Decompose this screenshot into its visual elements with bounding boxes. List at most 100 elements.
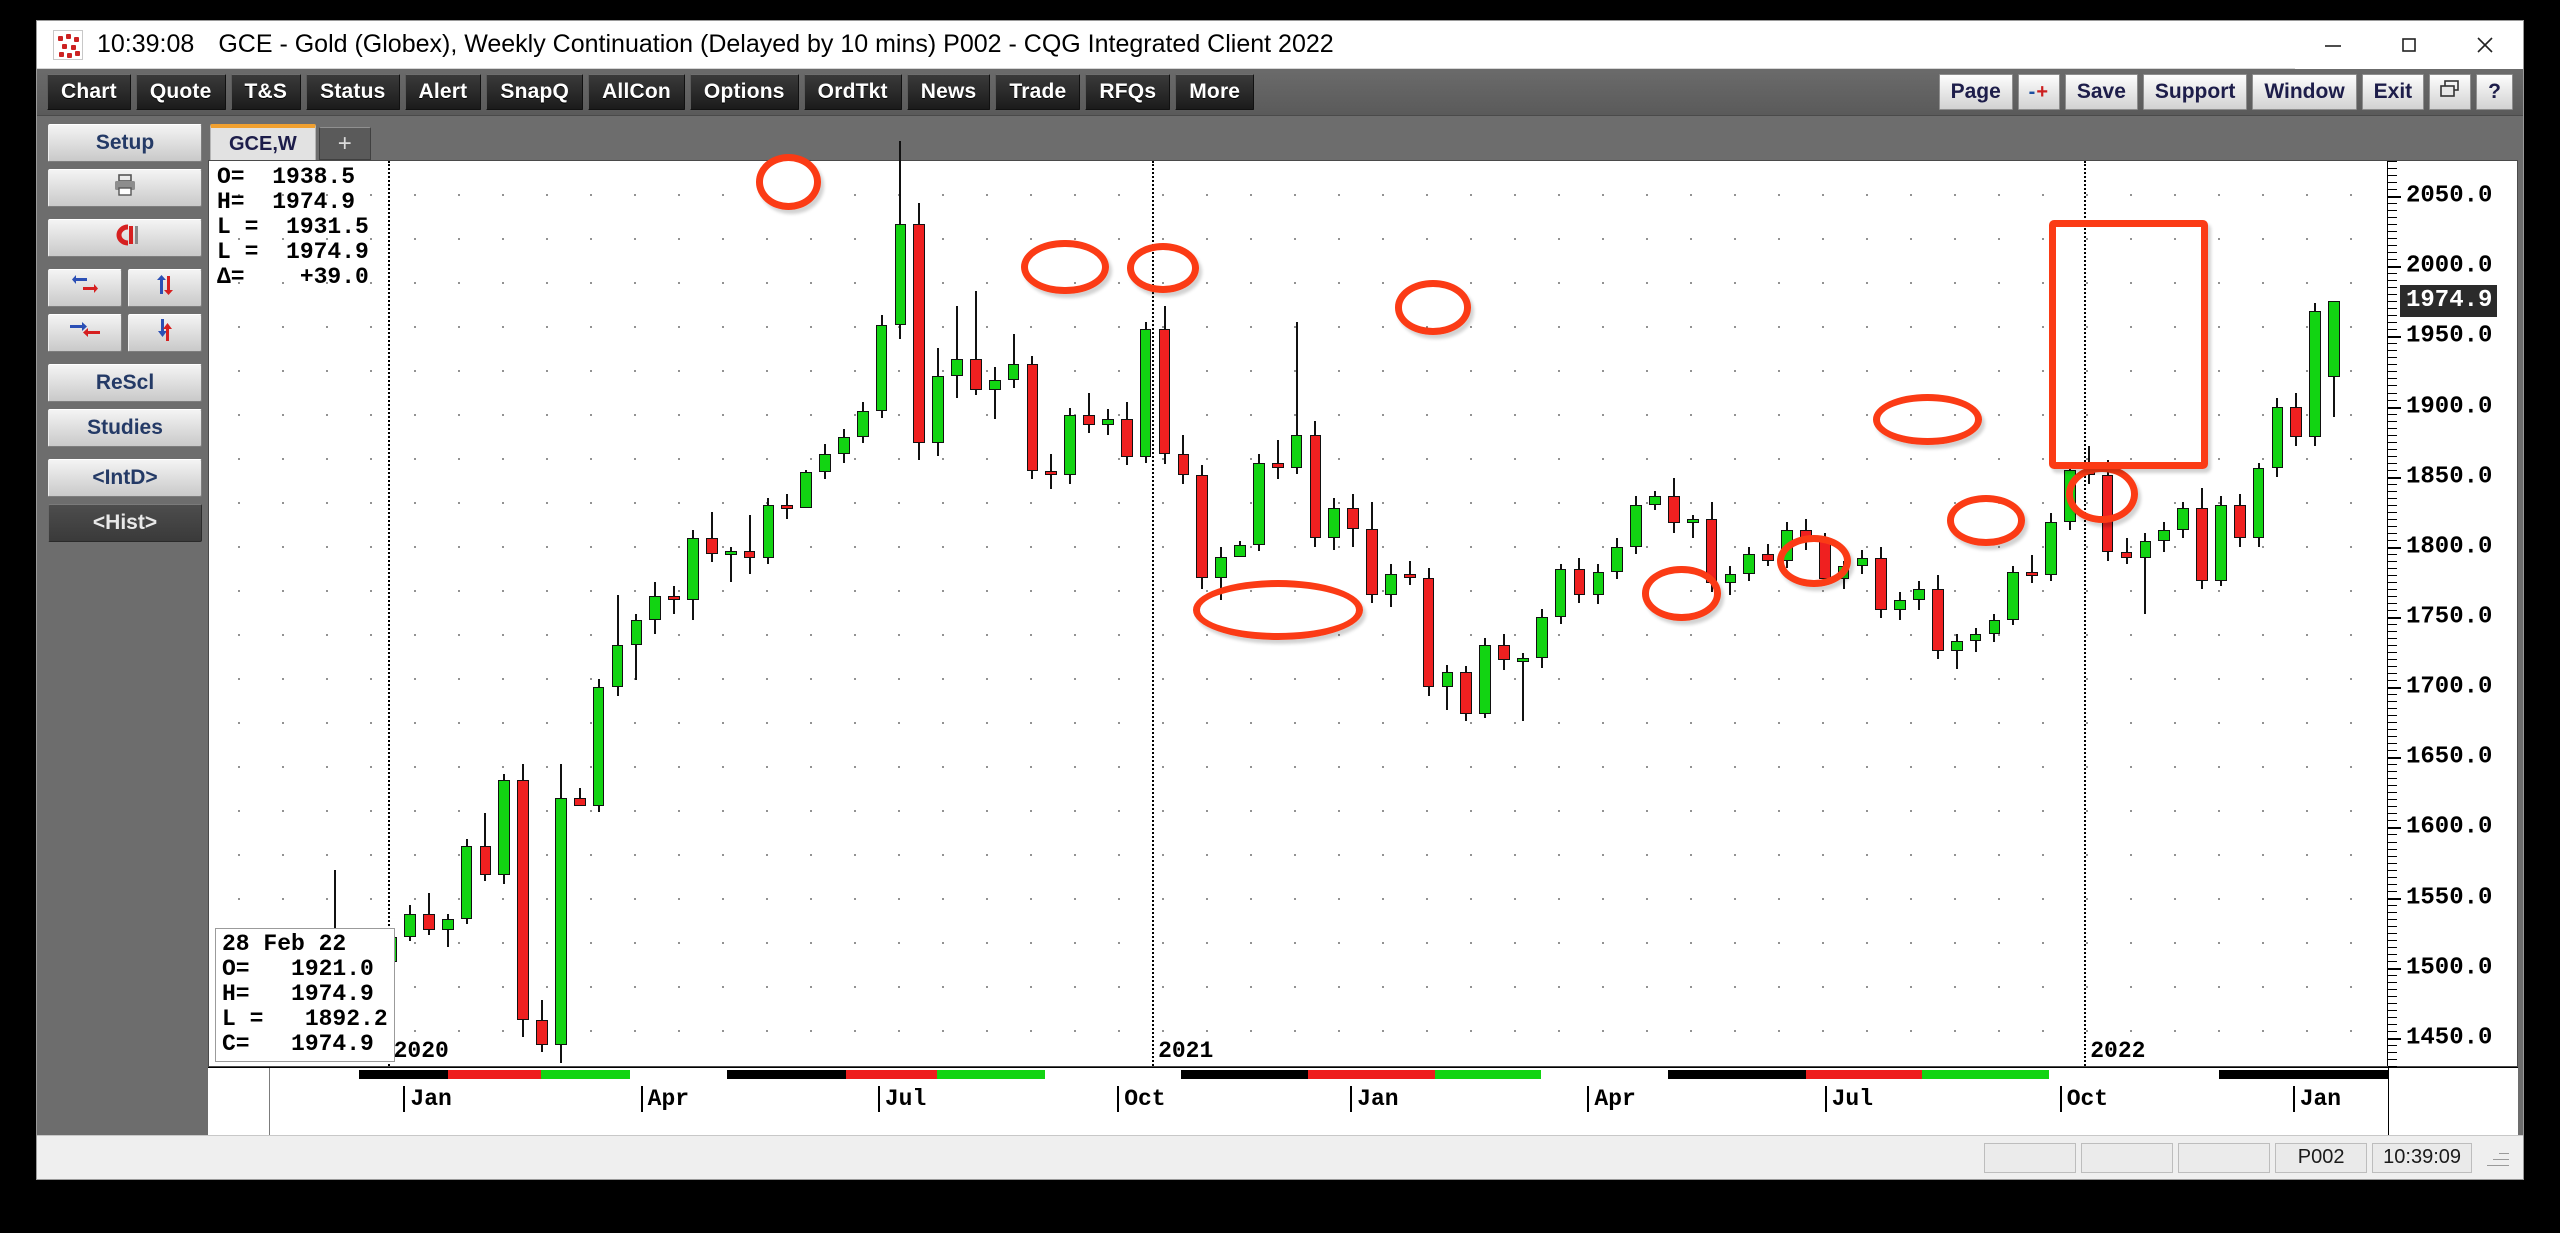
price-axis-tick xyxy=(2388,932,2397,934)
sidebar-item-studies[interactable]: Studies xyxy=(48,409,202,447)
candle xyxy=(2309,161,2321,1066)
annotation-swing-high-2021-jun[interactable] xyxy=(1394,280,1472,335)
toolbar-button-restore[interactable] xyxy=(2429,74,2472,110)
candle xyxy=(1724,161,1737,1066)
sidebar-item-compress-horizontal[interactable] xyxy=(48,314,122,352)
price-axis-tick xyxy=(2388,532,2397,534)
sidebar-item-scroll-vertical[interactable] xyxy=(128,269,202,307)
candle xyxy=(536,161,548,1066)
close-button[interactable] xyxy=(2447,20,2523,69)
candle xyxy=(951,161,963,1066)
price-axis-tick xyxy=(2388,1002,2397,1004)
chart-plot-area[interactable]: O= 1938.5 H= 1974.9 L = 1931.5 L = 1974.… xyxy=(209,141,2387,1066)
candle xyxy=(1139,161,1152,1066)
toolbar-button-options[interactable]: Options xyxy=(689,74,799,110)
candle xyxy=(1894,161,1906,1066)
toolbar-button-support[interactable]: Support xyxy=(2142,74,2248,110)
candle xyxy=(2328,161,2340,1066)
sidebar-item-historical[interactable]: <Hist> xyxy=(48,504,202,542)
price-axis-tick xyxy=(2388,483,2397,485)
toolbar-button-more[interactable]: More xyxy=(1175,74,1255,110)
price-axis-tick xyxy=(2388,469,2397,471)
sidebar-item-print[interactable] xyxy=(48,169,202,207)
tab-gce-w[interactable]: GCE,W xyxy=(210,124,316,160)
price-axis-tick xyxy=(2388,939,2397,941)
toolbar-button-exit[interactable]: Exit xyxy=(2361,74,2425,110)
status-cell-1 xyxy=(1984,1142,2077,1173)
toolbar-button-quote[interactable]: Quote xyxy=(135,74,226,110)
sidebar-item-compress-vertical[interactable] xyxy=(128,314,202,352)
price-axis-tick xyxy=(2388,343,2397,345)
sentiment-segment xyxy=(1922,1070,2050,1079)
price-axis-tick xyxy=(2388,392,2397,394)
toolbar-button-news[interactable]: News xyxy=(906,74,991,110)
time-axis-main: Jan Apr Jul Oct Jan Apr Jul Oct Jan xyxy=(270,1068,2388,1135)
price-axis-label: 1900.0 xyxy=(2406,393,2493,421)
price-axis-tick xyxy=(2388,371,2397,373)
toolbar-button-ordtkt[interactable]: OrdTkt xyxy=(803,74,902,110)
toolbar-button-zoom[interactable]: -+ xyxy=(2017,74,2060,110)
sidebar-item-setup[interactable]: Setup xyxy=(48,124,202,162)
price-axis-tick xyxy=(2388,617,2401,619)
candle xyxy=(555,161,567,1066)
annotation-swing-high-2021-nov[interactable] xyxy=(1872,394,1982,446)
annotation-low-wick-2021-aug[interactable] xyxy=(1642,566,1721,621)
current-price-tag: 1974.9 xyxy=(2400,285,2498,318)
candle xyxy=(1932,161,1944,1066)
toolbar-button-page[interactable]: Page xyxy=(1938,74,2013,110)
price-axis-tick xyxy=(2388,448,2397,450)
annotation-double-bottom-2021-mar[interactable] xyxy=(1193,580,1364,640)
candle xyxy=(2214,161,2227,1066)
toolbar-button-save[interactable]: Save xyxy=(2064,74,2138,110)
resize-grip-icon[interactable] xyxy=(2483,1145,2509,1171)
price-axis[interactable]: 2050.0 2000.0 1950.0 1900.0 1850.0 1800.0 1750… xyxy=(2387,161,2517,1067)
price-axis-tick xyxy=(2388,911,2397,913)
toolbar-button-t-s[interactable]: T&S xyxy=(230,74,302,110)
add-tab-button[interactable]: + xyxy=(318,127,371,160)
sidebar-item-rescale[interactable]: ReScl xyxy=(48,364,202,402)
month-label-jul-6: Jul xyxy=(1824,1086,1873,1112)
sidebar-item-snap-left[interactable] xyxy=(48,219,202,257)
window-controls xyxy=(2295,20,2523,69)
toolbar-button-help[interactable]: ? xyxy=(2476,74,2513,110)
app-window: 10:39:08 GCE - Gold (Globex), Weekly Con… xyxy=(36,20,2524,1180)
price-axis-tick xyxy=(2388,217,2397,219)
annotation-spike-2021-jan[interactable] xyxy=(1127,242,1199,293)
annotation-breakout-retest-2022-jan[interactable] xyxy=(2065,465,2138,523)
price-axis-tick xyxy=(2388,799,2397,801)
candle xyxy=(1818,161,1831,1066)
price-axis-tick xyxy=(2388,280,2397,282)
annotation-peak-2020-aug[interactable] xyxy=(755,153,821,210)
sentiment-segment xyxy=(1540,1070,1668,1079)
candlestick-plot[interactable] xyxy=(209,141,2387,1066)
toolbar-button-chart[interactable]: Chart xyxy=(47,74,131,110)
maximize-button[interactable] xyxy=(2371,20,2447,69)
annotation-swing-high-2020-nov[interactable] xyxy=(1021,239,1109,295)
workspace: Setup ReScl Studies <IntD> <Hist> GCE,W … xyxy=(37,116,2523,1135)
price-axis-tick xyxy=(2388,715,2397,717)
price-axis-tick xyxy=(2388,890,2397,892)
toolbar-button-alert[interactable]: Alert xyxy=(404,74,482,110)
price-axis-tick xyxy=(2388,687,2401,690)
annotation-breakout-box-2022-feb[interactable] xyxy=(2049,219,2209,469)
toolbar-button-snapq[interactable]: SnapQ xyxy=(486,74,584,110)
price-axis-tick xyxy=(2388,792,2397,794)
price-axis-tick xyxy=(2388,904,2397,906)
toolbar-button-status[interactable]: Status xyxy=(306,74,400,110)
minimize-button[interactable] xyxy=(2295,20,2371,69)
sidebar-item-scroll-horizontal[interactable] xyxy=(48,269,122,307)
sentiment-segment xyxy=(270,1070,359,1079)
candle xyxy=(1781,161,1793,1066)
toolbar-button-rfqs[interactable]: RFQs xyxy=(1085,74,1171,110)
sidebar-item-intraday[interactable]: <IntD> xyxy=(48,459,202,497)
annotation-low-wick-2021-dec[interactable] xyxy=(1947,494,2026,546)
annotation-low-wick-2021-sep[interactable] xyxy=(1777,534,1852,588)
toolbar-button-window[interactable]: Window xyxy=(2252,74,2357,110)
toolbar-button-trade[interactable]: Trade xyxy=(995,74,1081,110)
price-axis-label: 1700.0 xyxy=(2406,673,2493,701)
chart-frame: O= 1938.5 H= 1974.9 L = 1931.5 L = 1974.… xyxy=(208,141,2518,1067)
sidebar-item-label: <Hist> xyxy=(92,511,158,534)
up-down-arrows-icon xyxy=(152,272,178,304)
time-axis: Jan Apr Jul Oct Jan Apr Jul Oct Jan xyxy=(208,1067,2518,1135)
toolbar-button-allcon[interactable]: AllCon xyxy=(588,74,685,110)
